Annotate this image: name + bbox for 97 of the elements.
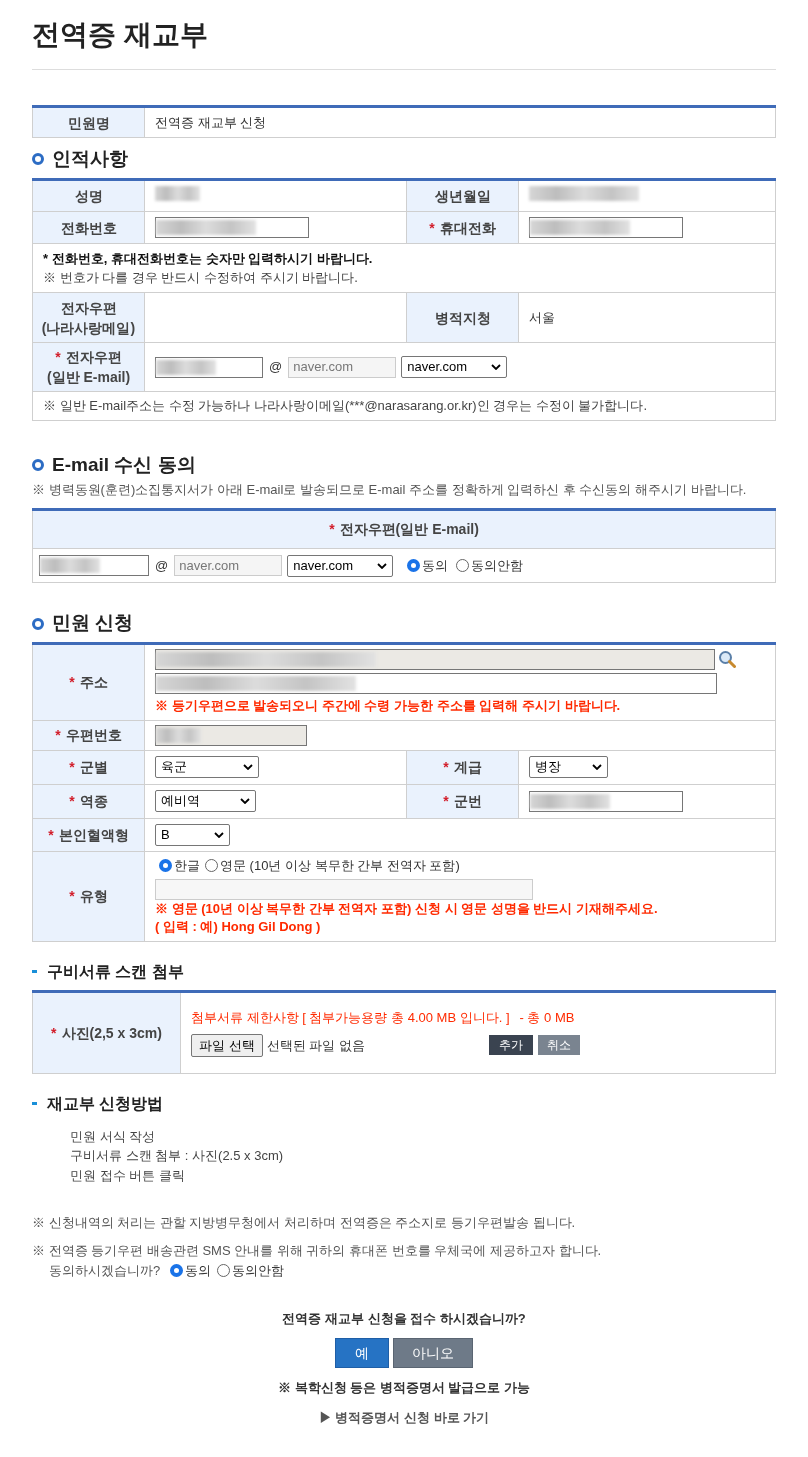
info-text: - 총 0 MB [519, 1009, 575, 1028]
warning-text: ( 입력 : 예) Hong Gil Dong ) [155, 917, 322, 936]
field-label: * 역종 [69, 793, 108, 809]
field-label: * 본인혈액형 [48, 826, 129, 843]
note-text: ※ 번호가 다를 경우 반드시 수정하여 주시기 바랍니다. [43, 269, 359, 287]
input-field[interactable]: naver.com [288, 356, 397, 378]
blurred-value [155, 185, 200, 201]
chevron-icon [491, 364, 502, 370]
field-label: * 유형 [69, 888, 108, 904]
confirm-question: 전역증 재교부 신청을 접수 하시겠습니까? [282, 1309, 526, 1328]
at-sign: @ [269, 359, 283, 375]
radio-button[interactable] [159, 859, 172, 873]
step-text: 민원 접수 버튼 클릭 [70, 1166, 186, 1185]
field-label: * 계급 [443, 759, 482, 775]
at-sign: @ [155, 558, 169, 573]
input-field[interactable] [155, 648, 715, 670]
section-heading: 구비서류 스캔 첨부 [47, 961, 184, 982]
blurred-value [156, 727, 201, 743]
radio-button[interactable] [407, 559, 421, 573]
dropdown[interactable]: B [155, 823, 230, 846]
radio-label: 동의 [422, 557, 449, 575]
input-field[interactable] [155, 356, 263, 378]
radio-button[interactable] [205, 859, 218, 873]
input-field[interactable] [529, 217, 683, 239]
chevron-icon [592, 764, 602, 770]
note-text: * 전화번호, 휴대전화번호는 숫자만 입력하시기 바랍니다. [43, 250, 374, 268]
input-field[interactable]: naver.com [174, 555, 283, 577]
chevron-icon [214, 831, 224, 838]
input-field[interactable] [155, 878, 533, 900]
warning-text: ※ 영문 (10년 이상 복무한 간부 전역자 포함) 신청 시 영문 성명을 반드시 기재해주세요. [155, 899, 659, 918]
page-title: 전역증 재교부 [32, 18, 209, 52]
file-status: 선택된 파일 없음 [266, 1036, 366, 1055]
bullet-icon [32, 617, 44, 630]
note-text: ※ 일반 E-mail주소는 수정 가능하나 나라사랑이메일(***@narasarang.or.kr)인 경우는 수정이 불가합니다. [43, 398, 648, 414]
bullet-icon [32, 153, 44, 165]
field-label: 병적지청 [434, 309, 491, 326]
blurred-value [40, 558, 100, 574]
notice-text: ※ 전역증 등기우편 배송관련 SMS 안내를 위해 귀하의 휴대폰 번호를 우체국에 제공하고자 합니다. [32, 1241, 603, 1260]
note-text: ※ 복학신청 등은 병적증명서 발급으로 가능 [277, 1379, 531, 1397]
yes-button[interactable]: 예 [335, 1338, 389, 1368]
warning-text: ※ 등기우편으로 발송되오니 주간에 수령 가능한 주소를 입력해 주시기 바랍니다. [155, 696, 622, 715]
field-value: 전역증 재교부 신청 [155, 114, 267, 130]
dropdown[interactable]: naver.com [287, 554, 394, 577]
chevron-icon [377, 562, 388, 569]
blurred-value [156, 359, 216, 375]
radio-button[interactable] [170, 1264, 184, 1278]
section-heading: E-mail 수신 동의 [52, 452, 196, 477]
chevron-icon [240, 798, 250, 804]
field-label: 전자우편 (나라사랑메일) [40, 298, 137, 338]
dropdown[interactable]: 육군 [155, 756, 259, 778]
field-label: * 사진(2,5 x 3cm) [51, 1024, 162, 1041]
bullet-icon [32, 459, 44, 471]
radio-label: 한글 [174, 857, 200, 876]
consent-question: 동의하시겠습니까? [49, 1262, 161, 1280]
field-label: 전화번호 [60, 219, 117, 236]
dash-icon [32, 970, 37, 973]
search-icon[interactable] [718, 650, 736, 669]
dropdown[interactable]: 예비역 [155, 790, 256, 812]
radio-button[interactable] [456, 559, 470, 573]
info-text: 첨부서류 제한사항 [ 첨부가능용량 총 4.00 MB 입니다. ] [191, 1009, 510, 1028]
step-text: 민원 서식 작성 [70, 1127, 157, 1146]
dropdown[interactable]: 병장 [529, 756, 608, 778]
field-label: * 군번 [443, 793, 482, 809]
cancel-button[interactable]: 취소 [537, 1035, 580, 1056]
input-field[interactable] [155, 672, 717, 694]
field-label: * 우편번호 [55, 727, 122, 743]
field-label: * 군별 [69, 759, 108, 775]
field-label: * 휴대전화 [429, 219, 496, 236]
radio-button[interactable] [217, 1264, 231, 1278]
radio-label: 영문 (10년 이상 복무한 간부 전역자 포함) [220, 857, 460, 876]
certificate-link[interactable]: ▶ 병적증명서 신청 바로 가기 [318, 1407, 490, 1427]
step-text: 구비서류 스캔 첨부 : 사진(2.5 x 3cm) [70, 1147, 285, 1165]
add-button[interactable]: 추가 [488, 1035, 533, 1056]
dash-icon [32, 1102, 37, 1105]
notice-text: ※ 신청내역의 처리는 관할 지방병무청에서 처리하며 전역증은 주소지로 등기우편발송 됩니다. [32, 1214, 577, 1232]
file-choose-button[interactable]: 파일 선택 [191, 1033, 263, 1057]
input-field[interactable] [155, 217, 309, 239]
field-label: * 전자우편(일반 E-mail) [329, 521, 479, 537]
input-field[interactable] [155, 724, 307, 746]
field-label: 성명 [74, 188, 103, 204]
field-label: 생년월일 [434, 188, 491, 204]
radio-label: 동의 [185, 1262, 212, 1280]
field-label: * 주소 [69, 674, 108, 690]
field-label: 민원명 [67, 114, 110, 131]
input-field[interactable] [39, 555, 149, 577]
chevron-icon [243, 764, 253, 770]
input-field[interactable] [529, 790, 683, 812]
radio-label: 동의안함 [232, 1262, 285, 1280]
section-heading: 민원 신청 [52, 611, 134, 636]
section-heading: 재교부 신청방법 [47, 1093, 164, 1114]
dropdown[interactable]: naver.com [401, 356, 508, 378]
section-heading: 인적사항 [52, 146, 128, 171]
field-label: * 전자우편 (일반 E-mail) [45, 348, 132, 387]
no-button[interactable]: 아니오 [393, 1338, 473, 1368]
radio-label: 동의안함 [471, 557, 524, 575]
field-value: 서울 [529, 309, 555, 325]
note-text: ※ 병력동원(훈련)소집통지서가 아래 E-mail로 발송되므로 E-mail 주소를 정확하게 입력하신 후 수신동의 해주시기 바랍니다. [32, 481, 748, 499]
